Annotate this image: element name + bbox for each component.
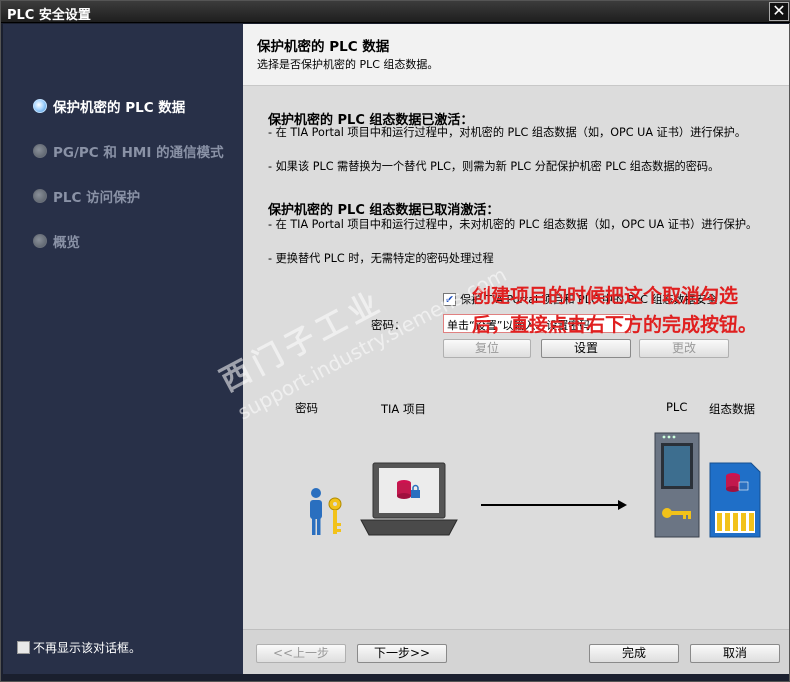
sidebar-item-protect-confidential-data[interactable]: 保护机密的 PLC 数据 [33,95,185,117]
security-illustration [310,432,761,538]
title-bar: PLC 安全设置 ✕ [1,1,790,23]
dont-show-again[interactable]: 不再显示该对话框。 [17,639,141,656]
arrow-icon [481,500,627,510]
radio-icon [33,189,47,203]
radio-icon [33,144,47,158]
user-icon [310,488,322,535]
finish-button[interactable]: 完成 [589,644,679,663]
laptop-icon [360,462,458,536]
content-panel: 保护机密的 PLC 数据 选择是否保护机密的 PLC 组态数据。 保护机密的 P… [243,24,789,674]
sidebar-item-access-protection[interactable]: PLC 访问保护 [33,185,140,207]
sidebar-item-label: PLC 访问保护 [53,190,141,206]
plc-security-dialog: PLC 安全设置 ✕ 保护机密的 PLC 数据 PG/PC 和 HMI 的通信模… [0,0,790,682]
radio-icon [33,234,47,248]
memory-card-icon [709,462,761,538]
plc-device-icon [654,432,700,538]
sidebar-item-label: 概览 [53,235,80,251]
close-icon: ✕ [772,1,786,20]
dont-show-label: 不再显示该对话框。 [33,641,142,655]
sidebar-item-communication-mode[interactable]: PG/PC 和 HMI 的通信模式 [33,140,224,162]
wizard-sidebar: 保护机密的 PLC 数据 PG/PC 和 HMI 的通信模式 PLC 访问保护 … [3,24,243,674]
radio-icon [33,99,47,113]
sidebar-item-overview[interactable]: 概览 [33,230,80,252]
dont-show-checkbox[interactable] [17,641,30,654]
previous-button[interactable]: <<上一步 [256,644,346,663]
close-button[interactable]: ✕ [769,2,789,21]
key-icon [328,497,342,534]
next-button[interactable]: 下一步>> [357,644,447,663]
sidebar-item-label: 保护机密的 PLC 数据 [53,100,186,116]
window-title: PLC 安全设置 [7,8,91,23]
cancel-button[interactable]: 取消 [690,644,780,663]
sidebar-item-label: PG/PC 和 HMI 的通信模式 [53,145,224,161]
